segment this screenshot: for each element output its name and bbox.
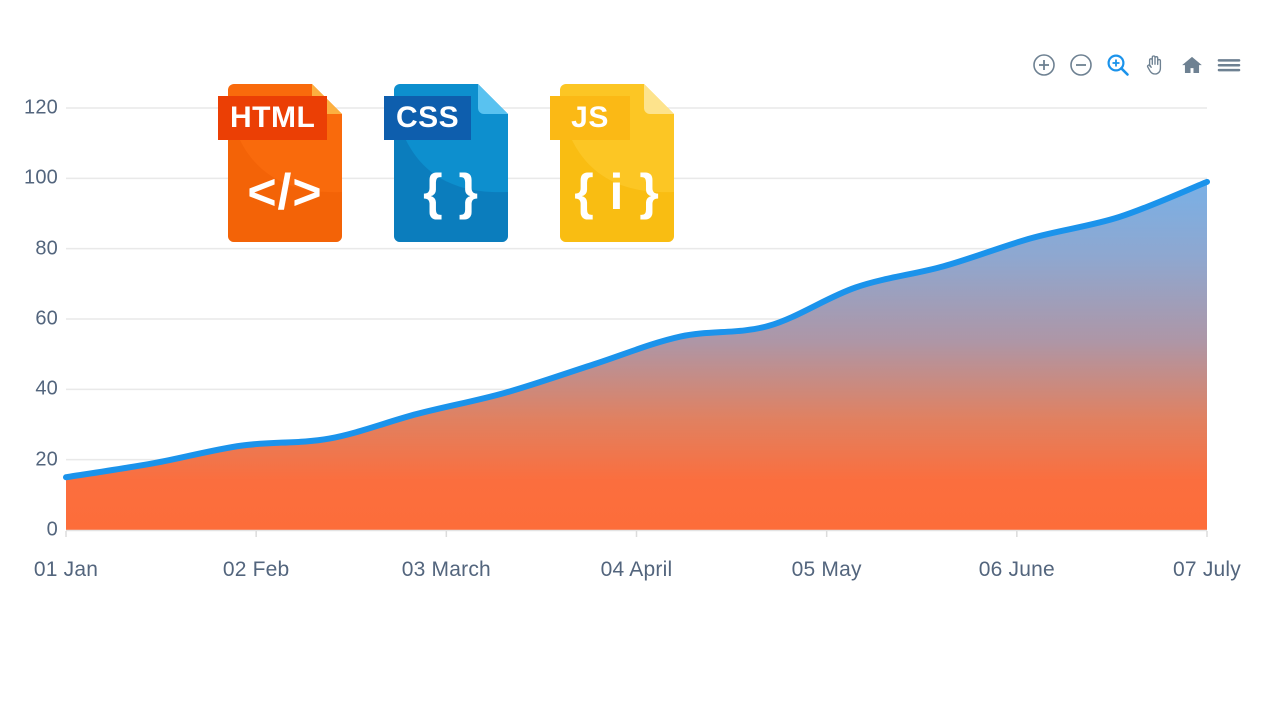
menu-icon[interactable] [1216, 52, 1242, 78]
css-file-icon: { } CSS [384, 84, 508, 242]
y-axis-tick-label: 120 [0, 97, 58, 120]
y-axis-tick-label: 100 [0, 167, 58, 190]
x-axis-tick-label: 07 July [1173, 558, 1241, 582]
zoom-in-icon[interactable] [1031, 52, 1057, 78]
html-file-tag: HTML [218, 96, 327, 140]
css-file-tag: CSS [384, 96, 471, 140]
x-axis-tick-label: 02 Feb [223, 558, 290, 582]
chart-toolbar [1031, 52, 1242, 78]
html-file-icon: </> HTML [218, 84, 342, 242]
js-file-icon: { i } JS [550, 84, 674, 242]
x-axis-tick-label: 01 Jan [34, 558, 98, 582]
x-axis-tick-label: 04 April [601, 558, 673, 582]
home-reset-icon[interactable] [1179, 52, 1205, 78]
area-chart: 120 100 80 60 40 20 0 01 Jan 02 Feb 03 March 04 A… [0, 0, 1280, 620]
y-axis-tick-label: 40 [0, 378, 58, 401]
y-axis-tick-label: 0 [0, 519, 58, 542]
html-file-glyph: </> [228, 142, 342, 242]
js-file-tag: JS [550, 96, 630, 140]
y-axis-tick-label: 20 [0, 448, 58, 471]
file-type-icons: </> HTML { } CSS { i } JS [218, 84, 674, 242]
selection-zoom-icon[interactable] [1105, 52, 1131, 78]
y-axis-tick-label: 60 [0, 308, 58, 331]
js-file-glyph: { i } [560, 142, 674, 242]
y-axis-tick-label: 80 [0, 237, 58, 260]
zoom-out-icon[interactable] [1068, 52, 1094, 78]
pan-icon[interactable] [1142, 52, 1168, 78]
x-axis-tick-label: 06 June [979, 558, 1055, 582]
css-file-glyph: { } [394, 142, 508, 242]
x-axis-ticks [66, 531, 1207, 537]
x-axis-tick-label: 03 March [402, 558, 491, 582]
x-axis-tick-label: 05 May [792, 558, 862, 582]
